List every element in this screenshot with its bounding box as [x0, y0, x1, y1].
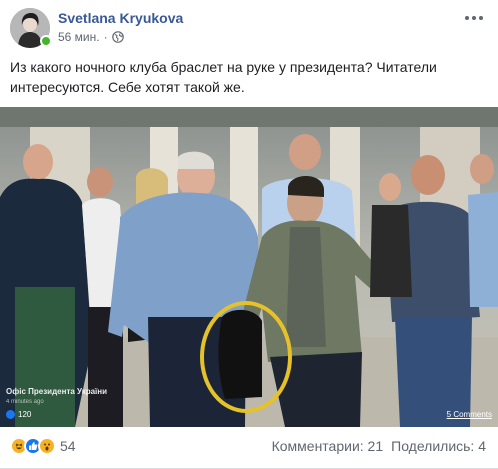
post-photo[interactable]: Офіс Президента України 4 minutes ago 12…	[0, 107, 498, 427]
photo-source-time: 4 minutes ago	[6, 399, 44, 405]
meta-separator: ·	[103, 30, 108, 44]
more-options-button[interactable]	[462, 8, 486, 28]
engagement-counts: Комментарии: 21 Поделились: 4	[272, 438, 486, 454]
photo-image	[0, 107, 498, 427]
more-dot-icon	[465, 16, 469, 20]
wow-reaction-icon	[38, 437, 56, 455]
like-icon	[6, 410, 15, 419]
photo-likes-count: 120	[18, 410, 32, 419]
reaction-count: 54	[60, 438, 76, 454]
shares-count-link[interactable]: Поделились: 4	[391, 438, 486, 454]
photo-source-label: Офіс Президента України	[6, 387, 108, 396]
photo-likes: 120	[6, 410, 31, 419]
more-dot-icon	[472, 16, 476, 20]
photo-comments-count: 5 Comments	[446, 410, 492, 419]
globe-icon	[111, 31, 124, 43]
post-text: Из какого ночного клуба браслет на руке …	[10, 59, 437, 95]
post-timestamp[interactable]: 56 мин.	[58, 30, 100, 44]
comments-count-link[interactable]: Комментарии: 21	[272, 438, 384, 454]
more-dot-icon	[479, 16, 483, 20]
online-status-indicator	[40, 35, 52, 47]
post-footer: 54 Комментарии: 21 Поделились: 4	[0, 427, 498, 469]
reactions-summary[interactable]: 54	[10, 437, 76, 455]
author-name-link[interactable]: Svetlana Kryukova	[58, 10, 183, 26]
post-header: Svetlana Kryukova 56 мин. ·	[0, 0, 498, 52]
post-meta: 56 мин. ·	[58, 30, 124, 44]
